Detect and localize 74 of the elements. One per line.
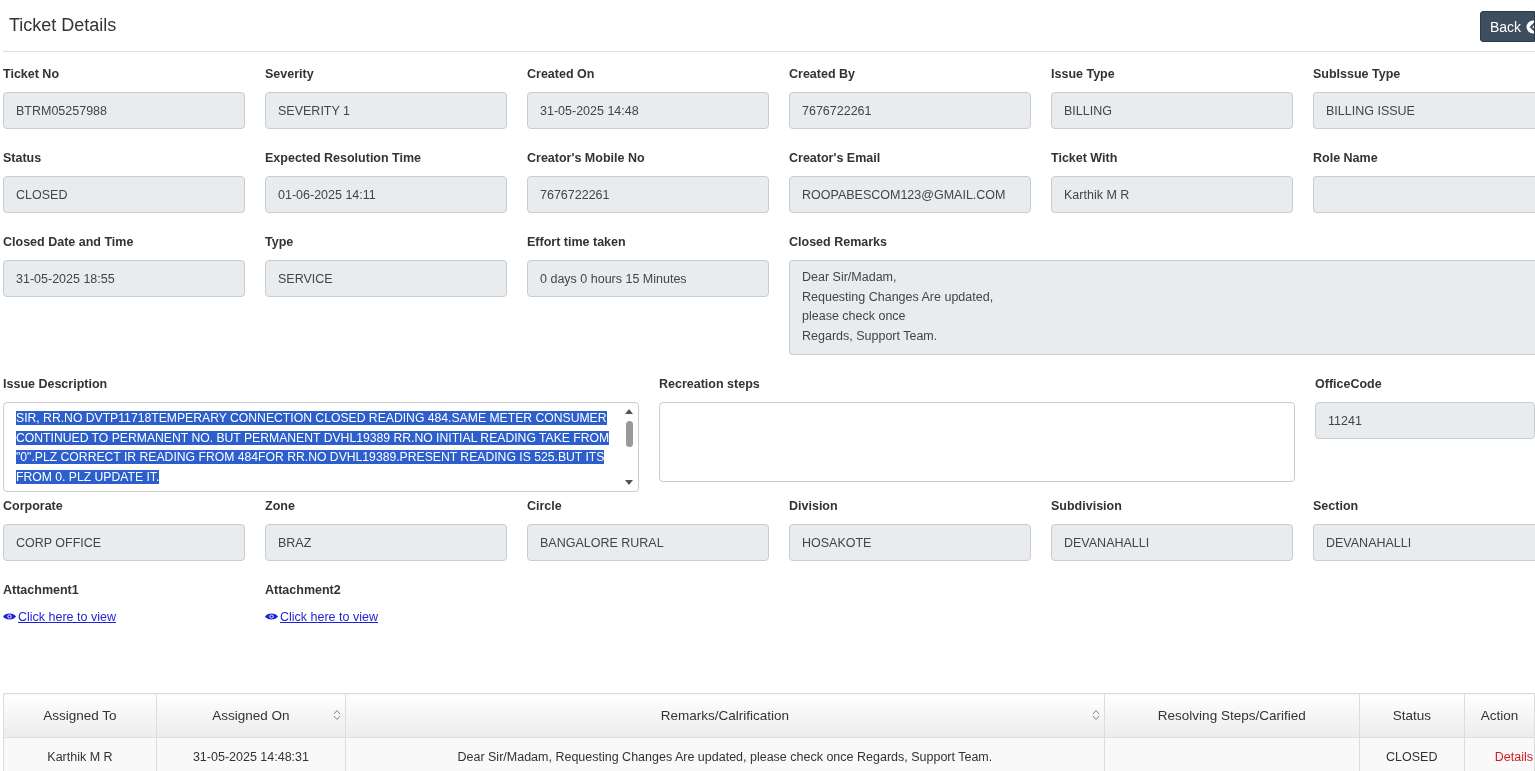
scrollbar[interactable] [623, 407, 635, 487]
input-field[interactable]: CORP OFFICE [3, 524, 245, 561]
field-label: Expected Resolution Time [265, 151, 423, 165]
input-field[interactable]: CLOSED [3, 176, 245, 213]
table-cell: Dear Sir/Madam, Requesting Changes Are updated, please check once Regards, Support Team. [345, 737, 1105, 771]
field-label: Closed Date and Time [3, 235, 135, 249]
back-button[interactable]: Back [1480, 11, 1535, 42]
text-area[interactable]: SIR, RR.NO DVTP11718TEMPERARY CONNECTION CLOSED READING 484.SAME METER CONSUMER CONTINUED TO PERMANENT NO. BUT PERMANENT DVHL19389 RR.NO INITIAL READING TAKE FROM "0".PLZ CORRECT IR READING FROM 484FOR RR.NO DVHL19389.PRESENT READING IS 525.BUT ITS FROM 0. PLZ UPDATE IT. [3, 402, 639, 492]
input-field[interactable] [1313, 176, 1535, 213]
view-link[interactable]: Click here to view [265, 609, 378, 624]
field-label: OfficeCode [1315, 377, 1383, 391]
input-field[interactable]: DEVANAHALLI [1313, 524, 1535, 561]
field-label: Attachment2 [265, 583, 342, 597]
field-label: Creator's Email [789, 151, 882, 165]
text-area[interactable]: Dear Sir/Madam, Requesting Changes Are updated, please check once Regards, Support Team. [789, 260, 1535, 355]
field-label: Issue Type [1051, 67, 1116, 81]
field-label: Closed Remarks [789, 235, 888, 249]
eye-icon [3, 612, 16, 621]
page-title: Ticket Details [9, 15, 117, 36]
field-label: Ticket With [1051, 151, 1119, 165]
input-field[interactable]: Karthik M R [1051, 176, 1293, 213]
text-area[interactable] [659, 402, 1295, 482]
input-field[interactable]: SEVERITY 1 [265, 92, 507, 129]
input-field[interactable]: 0 days 0 hours 15 Minutes [527, 260, 769, 297]
input-field[interactable]: 31-05-2025 14:48 [527, 92, 769, 129]
eye-icon [265, 612, 278, 621]
field-label: Corporate [3, 499, 64, 513]
field-label: Effort time taken [527, 235, 627, 249]
input-field[interactable]: HOSAKOTE [789, 524, 1031, 561]
column-header: Resolving Steps/Carified [1104, 693, 1360, 738]
field-label: Creator's Mobile No [527, 151, 646, 165]
field-label: Status [3, 151, 43, 165]
input-field[interactable]: 01-06-2025 14:11 [265, 176, 507, 213]
scroll-thumb[interactable] [625, 421, 633, 447]
field-label: Type [265, 235, 295, 249]
field-label: Issue Description [3, 377, 109, 391]
field-label: Subdivision [1051, 499, 1123, 513]
field-label: Ticket No [3, 67, 61, 81]
field-label: Role Name [1313, 151, 1379, 165]
input-field[interactable]: BILLING [1051, 92, 1293, 129]
input-field[interactable]: DEVANAHALLI [1051, 524, 1293, 561]
input-field[interactable]: 11241 [1315, 402, 1535, 439]
sort-icon[interactable] [332, 709, 341, 721]
input-field[interactable]: 7676722261 [789, 92, 1031, 129]
column-header: Action [1464, 693, 1535, 738]
field-label: Attachment1 [3, 583, 80, 597]
column-header: Status [1359, 693, 1465, 738]
input-field[interactable]: 7676722261 [527, 176, 769, 213]
field-label: Zone [265, 499, 296, 513]
column-header[interactable]: Assigned On [156, 693, 346, 738]
view-link[interactable]: Click here to view [3, 609, 116, 624]
field-label: Circle [527, 499, 563, 513]
column-header[interactable]: Remarks/Calrification [345, 693, 1105, 738]
field-label: Severity [265, 67, 315, 81]
table-cell: CLOSED [1359, 737, 1465, 771]
field-label: Created By [789, 67, 856, 81]
column-header: Assigned To [3, 693, 157, 738]
input-field[interactable]: 31-05-2025 18:55 [3, 260, 245, 297]
sort-icon[interactable] [1091, 709, 1100, 721]
input-field[interactable]: BANGALORE RURAL [527, 524, 769, 561]
field-label: SubIssue Type [1313, 67, 1402, 81]
input-field[interactable]: BTRM05257988 [3, 92, 245, 129]
input-field[interactable]: ROOPABESCOM123@GMAIL.COM [789, 176, 1031, 213]
field-label: Division [789, 499, 839, 513]
input-field[interactable]: SERVICE [265, 260, 507, 297]
field-label: Recreation steps [659, 377, 761, 391]
table-cell: 31-05-2025 14:48:31 [156, 737, 346, 771]
table-cell: Karthik M R [3, 737, 157, 771]
scroll-down-icon[interactable] [624, 479, 634, 487]
field-label: Section [1313, 499, 1360, 513]
input-field[interactable]: BRAZ [265, 524, 507, 561]
input-field[interactable]: BILLING ISSUE [1313, 92, 1535, 129]
field-label: Created On [527, 67, 596, 81]
scroll-up-icon[interactable] [624, 407, 634, 415]
